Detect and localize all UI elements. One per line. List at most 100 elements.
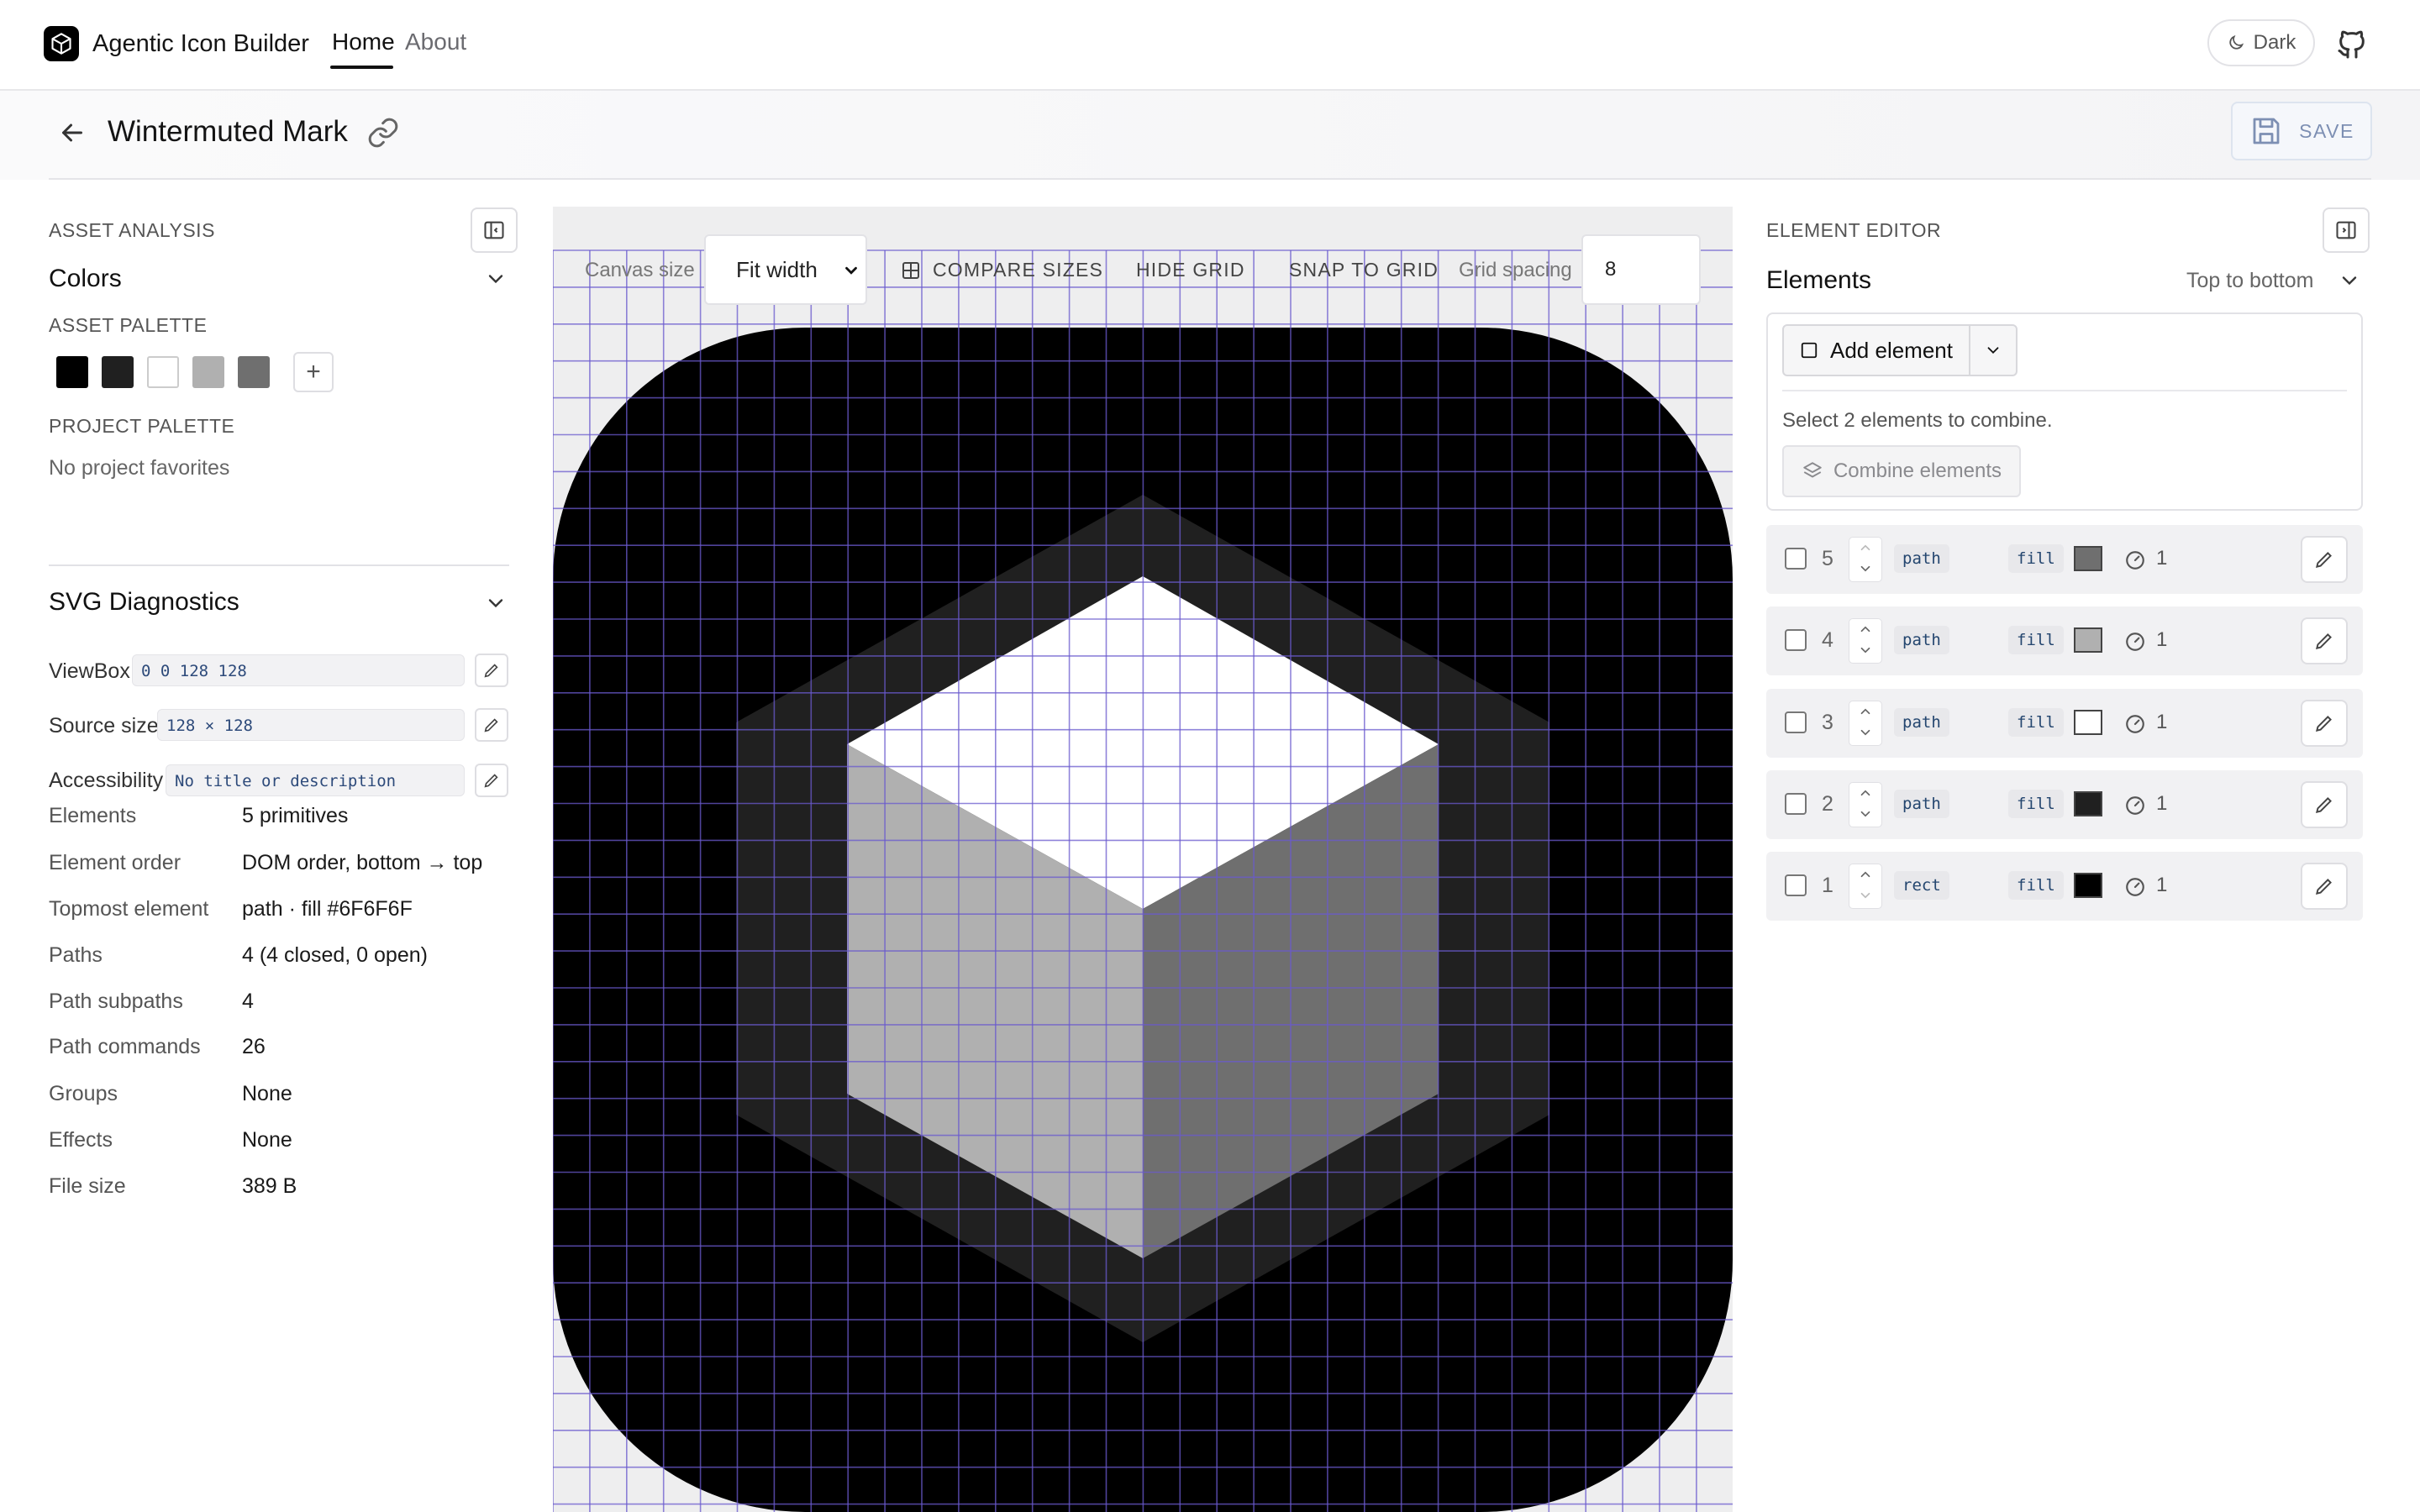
element-fill-swatch[interactable] bbox=[2074, 791, 2102, 816]
project-palette-empty: No project favorites bbox=[49, 456, 230, 480]
chevron-down-icon[interactable] bbox=[1858, 725, 1873, 740]
element-row[interactable]: 5 path fill 1 bbox=[1766, 525, 2363, 594]
snap-to-grid-button[interactable]: SNAP TO GRID bbox=[1289, 259, 1439, 281]
edit-element-button[interactable] bbox=[2301, 863, 2348, 910]
chevron-up-icon[interactable] bbox=[1858, 785, 1873, 801]
element-fill-tag: fill bbox=[2008, 790, 2064, 818]
chevron-down-icon[interactable] bbox=[484, 267, 508, 291]
asset-analysis-title: ASSET ANALYSIS bbox=[49, 219, 215, 241]
stat-value: None bbox=[242, 1128, 292, 1152]
header-divider bbox=[49, 178, 2371, 180]
hide-grid-button[interactable]: HIDE GRID bbox=[1136, 259, 1245, 281]
element-opacity-value: 1 bbox=[2156, 874, 2168, 896]
add-element-main[interactable]: Add element bbox=[1784, 326, 1970, 375]
chevron-down-icon[interactable] bbox=[484, 591, 508, 615]
icon-canvas[interactable] bbox=[553, 207, 1733, 1512]
chevron-up-icon[interactable] bbox=[1858, 540, 1873, 555]
add-element-label: Add element bbox=[1830, 337, 1953, 363]
reorder-stepper[interactable] bbox=[1849, 618, 1882, 664]
github-icon[interactable] bbox=[2335, 28, 2369, 61]
chevron-up-icon[interactable] bbox=[1858, 867, 1873, 882]
sort-order-select[interactable]: Top to bottom bbox=[2186, 269, 2313, 293]
stat-value: 26 bbox=[242, 1035, 266, 1058]
stat-label: Element order bbox=[49, 851, 182, 874]
save-button[interactable]: SAVE bbox=[2231, 102, 2372, 160]
app-logo-icon[interactable] bbox=[44, 26, 79, 61]
chevron-up-icon[interactable] bbox=[1858, 704, 1873, 719]
elements-heading: Elements bbox=[1766, 266, 1872, 294]
nav-about[interactable]: About bbox=[405, 29, 466, 55]
element-checkbox[interactable] bbox=[1785, 793, 1807, 815]
accessibility-field[interactable]: No title or description bbox=[166, 764, 465, 796]
edit-source-size-button[interactable] bbox=[475, 708, 508, 742]
edit-accessibility-button[interactable] bbox=[475, 764, 508, 797]
edit-element-button[interactable] bbox=[2301, 781, 2348, 828]
brand-name[interactable]: Agentic Icon Builder bbox=[92, 30, 309, 58]
stat-value: 389 B bbox=[242, 1174, 297, 1198]
element-checkbox[interactable] bbox=[1785, 711, 1807, 733]
reorder-stepper[interactable] bbox=[1849, 537, 1882, 582]
element-row[interactable]: 3 path fill 1 bbox=[1766, 689, 2363, 758]
palette-swatch[interactable] bbox=[147, 356, 179, 388]
source-size-field[interactable]: 128 × 128 bbox=[157, 709, 465, 741]
link-icon[interactable] bbox=[366, 116, 400, 150]
reorder-stepper[interactable] bbox=[1849, 701, 1882, 746]
element-row[interactable]: 4 path fill 1 bbox=[1766, 606, 2363, 675]
theme-toggle-button[interactable]: Dark bbox=[2207, 19, 2315, 66]
element-opacity-value: 1 bbox=[2156, 792, 2168, 815]
grid-spacing-input[interactable]: 8 bbox=[1581, 234, 1701, 305]
reorder-stepper[interactable] bbox=[1849, 782, 1882, 827]
edit-element-button[interactable] bbox=[2301, 617, 2348, 664]
chevron-down-icon bbox=[1987, 347, 1999, 354]
moon-icon bbox=[2229, 34, 2244, 50]
element-fill-tag: fill bbox=[2008, 871, 2064, 900]
add-element-menu-button[interactable] bbox=[1970, 341, 2016, 360]
collapse-left-panel-button[interactable] bbox=[471, 207, 518, 253]
palette-swatch[interactable] bbox=[238, 356, 270, 388]
chevron-down-icon[interactable] bbox=[1858, 561, 1873, 576]
edit-element-button[interactable] bbox=[2301, 700, 2348, 747]
edit-viewbox-button[interactable] bbox=[475, 654, 508, 687]
page-title: Wintermuted Mark bbox=[108, 115, 348, 148]
collapse-right-panel-button[interactable] bbox=[2323, 207, 2370, 253]
palette-swatch[interactable] bbox=[56, 356, 88, 388]
element-checkbox[interactable] bbox=[1785, 629, 1807, 651]
pencil-icon bbox=[484, 718, 498, 732]
chevron-down-icon[interactable] bbox=[1858, 643, 1873, 658]
chevron-up-icon[interactable] bbox=[1858, 622, 1873, 637]
compare-sizes-button[interactable]: COMPARE SIZES bbox=[901, 259, 1103, 281]
canvas-size-select[interactable]: Fit width bbox=[704, 234, 867, 305]
palette-swatch[interactable] bbox=[102, 356, 134, 388]
nav-active-indicator bbox=[330, 66, 393, 69]
element-fill-swatch[interactable] bbox=[2074, 627, 2102, 653]
svg-diagnostics-heading: SVG Diagnostics bbox=[49, 588, 239, 616]
palette-swatch[interactable] bbox=[192, 356, 224, 388]
nav-home[interactable]: Home bbox=[332, 29, 395, 55]
element-fill-swatch[interactable] bbox=[2074, 710, 2102, 735]
pencil-icon bbox=[2315, 552, 2332, 569]
combine-elements-button[interactable]: Combine elements bbox=[1782, 445, 2021, 497]
stat-label: Path commands bbox=[49, 1035, 201, 1058]
reorder-stepper[interactable] bbox=[1849, 864, 1882, 909]
chevron-down-icon[interactable] bbox=[1858, 888, 1873, 903]
element-checkbox[interactable] bbox=[1785, 874, 1807, 896]
viewbox-field[interactable]: 0 0 128 128 bbox=[132, 654, 465, 686]
element-index: 2 bbox=[1822, 792, 1833, 816]
element-row[interactable]: 2 path fill 1 bbox=[1766, 770, 2363, 839]
element-checkbox[interactable] bbox=[1785, 548, 1807, 570]
chevron-down-icon[interactable] bbox=[1858, 806, 1873, 822]
square-icon bbox=[1801, 342, 1818, 359]
element-row[interactable]: 1 rect fill 1 bbox=[1766, 852, 2363, 921]
stat-label: Elements bbox=[49, 804, 137, 827]
add-color-button[interactable]: + bbox=[293, 352, 334, 392]
back-arrow-icon[interactable] bbox=[57, 118, 87, 148]
stat-value: 4 (4 closed, 0 open) bbox=[242, 943, 428, 967]
add-element-button[interactable]: Add element bbox=[1782, 324, 2018, 376]
element-fill-swatch[interactable] bbox=[2074, 546, 2102, 571]
opacity-gauge-icon bbox=[2126, 551, 2144, 570]
chevron-down-icon[interactable] bbox=[2338, 269, 2361, 292]
element-fill-swatch[interactable] bbox=[2074, 873, 2102, 898]
stat-label: Paths bbox=[49, 943, 103, 967]
grid-spacing-label: Grid spacing bbox=[1459, 259, 1572, 281]
edit-element-button[interactable] bbox=[2301, 536, 2348, 583]
